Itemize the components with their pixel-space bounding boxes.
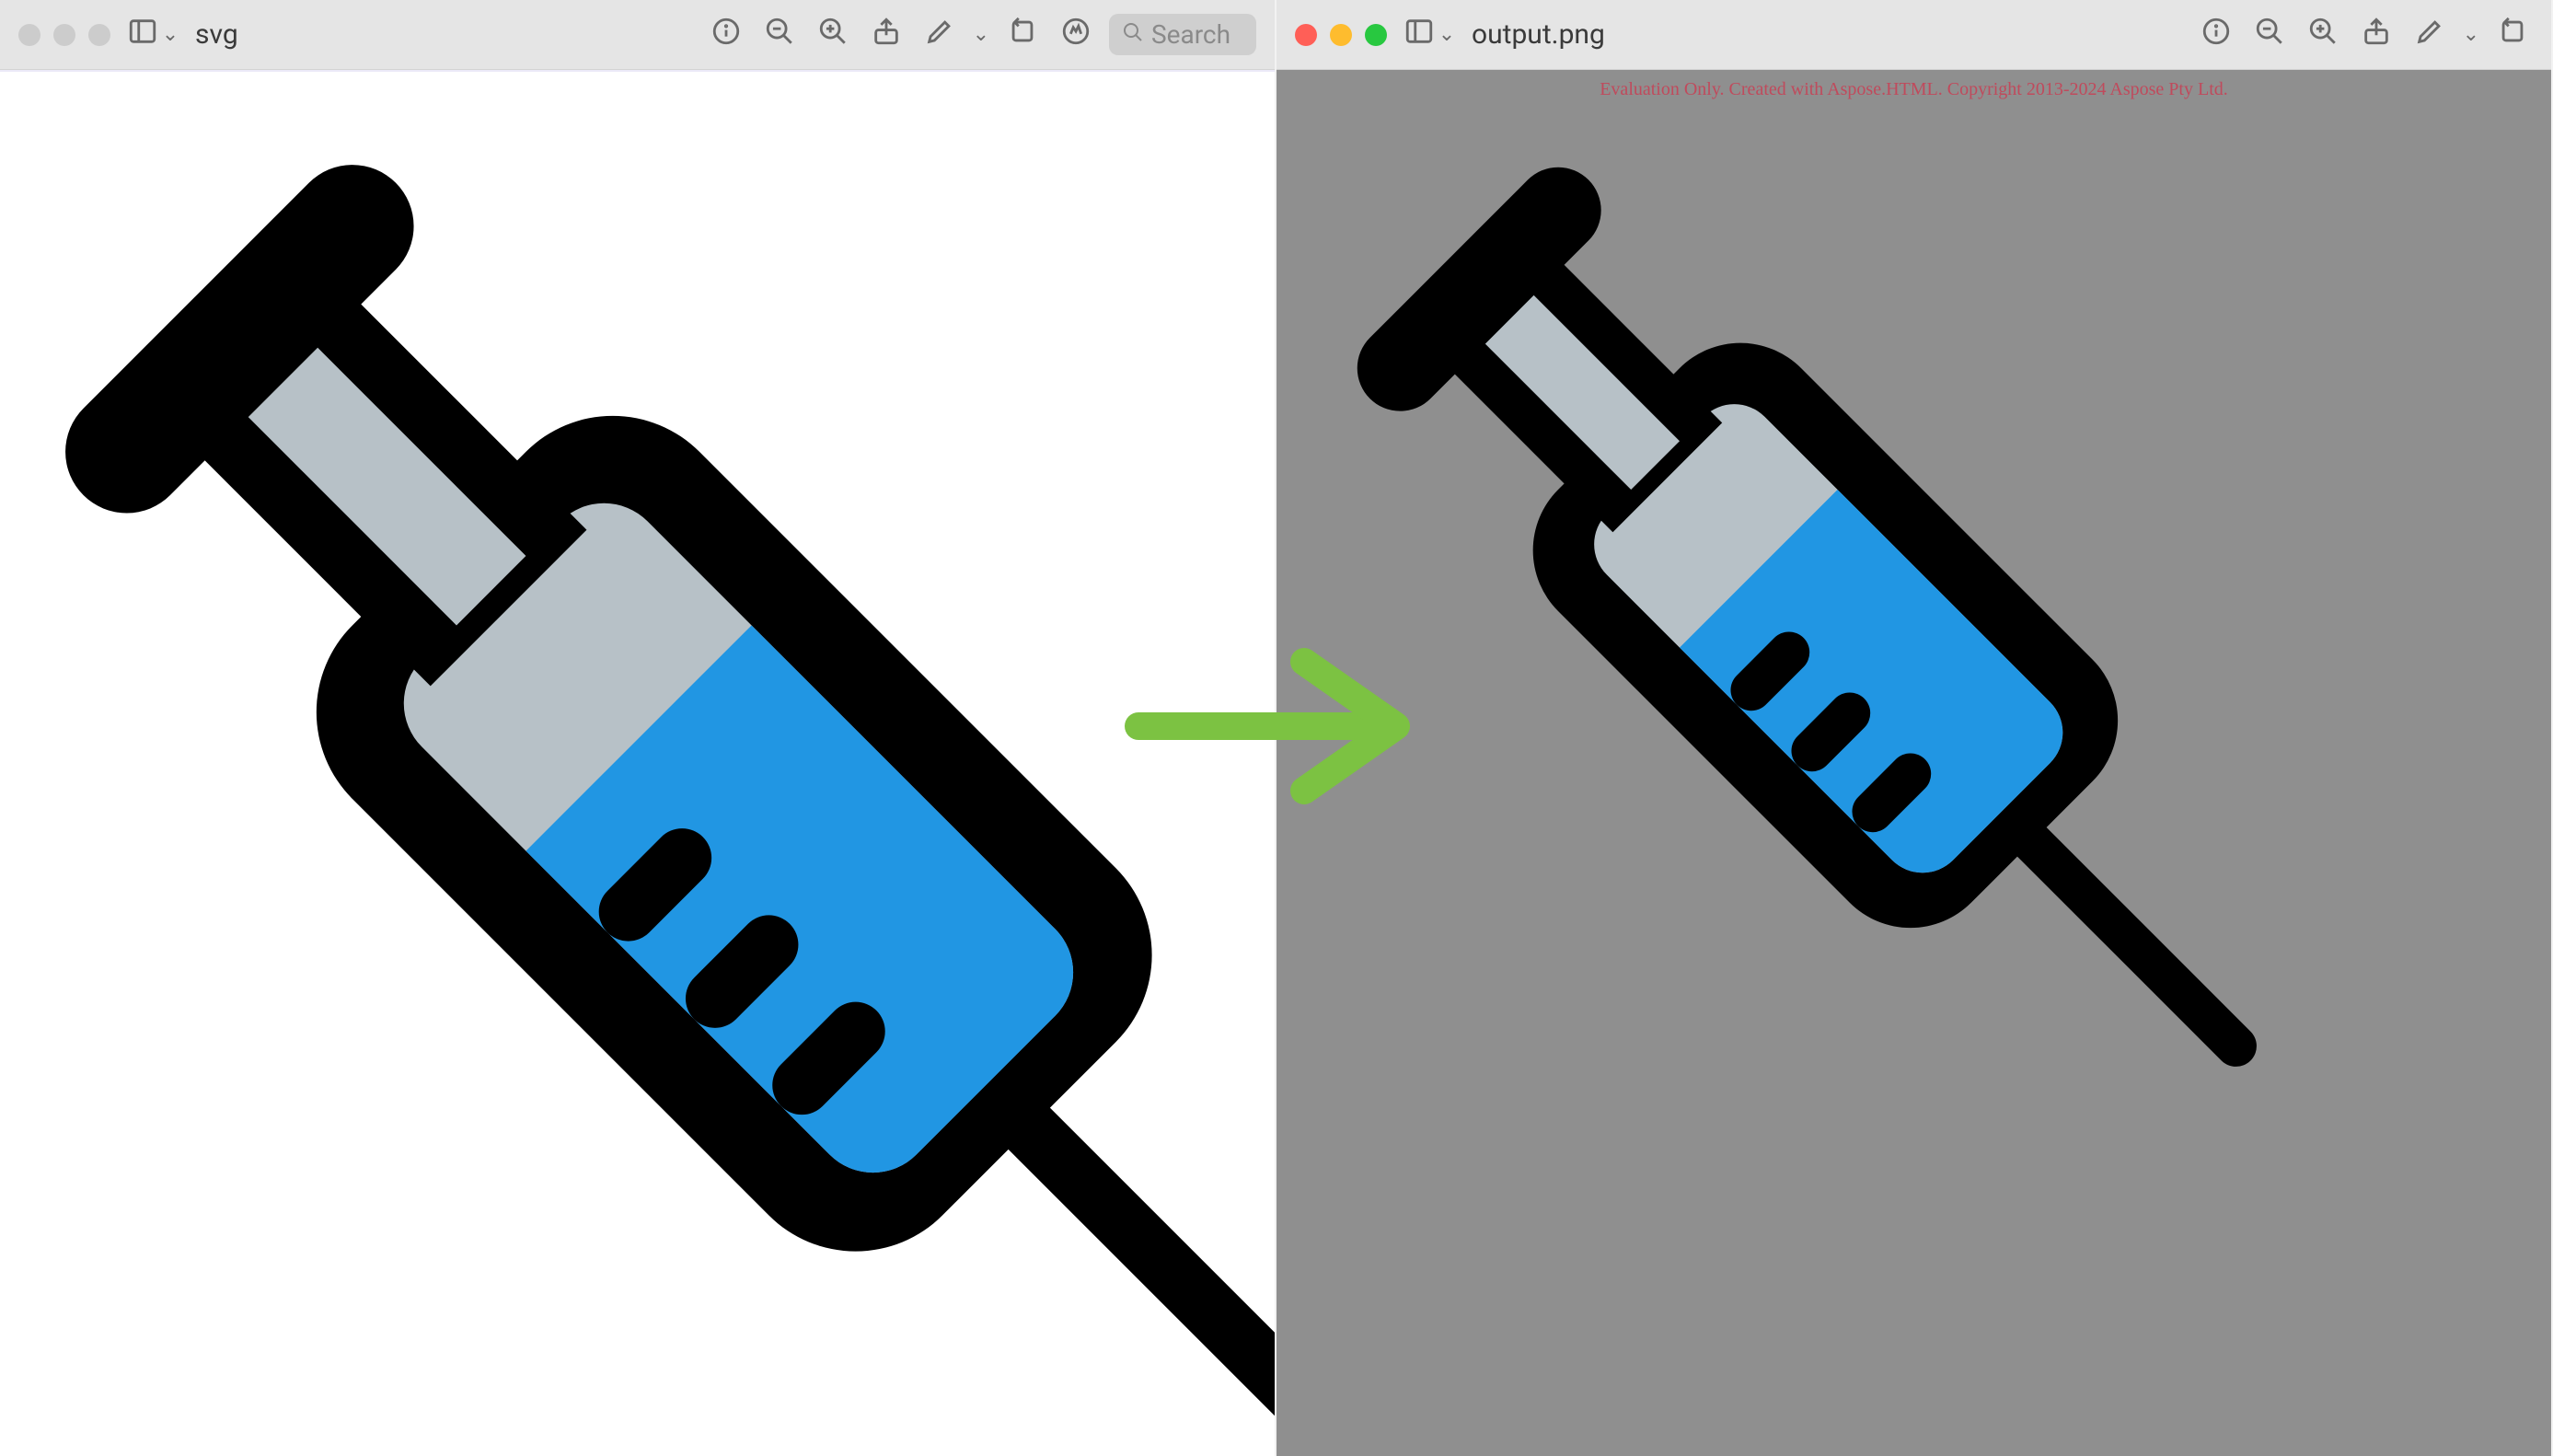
window-title: svg bbox=[195, 18, 238, 51]
edit-icon bbox=[2414, 16, 2445, 54]
edit-button[interactable] bbox=[919, 15, 960, 55]
sidebar-toggle-button[interactable]: ⌄ bbox=[133, 15, 173, 55]
edit-icon bbox=[924, 16, 955, 54]
rotate-icon bbox=[1007, 16, 1038, 54]
chevron-down-icon: ⌄ bbox=[162, 23, 179, 46]
sidebar-icon bbox=[1404, 16, 1435, 54]
zoom-out-icon bbox=[2254, 16, 2285, 54]
zoom-out-icon bbox=[764, 16, 795, 54]
share-icon bbox=[2361, 16, 2392, 54]
info-icon bbox=[2201, 16, 2232, 54]
left-toolbar: ⌄ svg ⌄ bbox=[0, 0, 1275, 70]
search-icon bbox=[1122, 19, 1144, 50]
rotate-button[interactable] bbox=[1002, 15, 1043, 55]
share-icon bbox=[871, 16, 902, 54]
zoom-out-button[interactable] bbox=[759, 15, 800, 55]
zoom-in-icon bbox=[2307, 16, 2339, 54]
search-field[interactable]: Search bbox=[1109, 14, 1256, 55]
rotate-button[interactable] bbox=[2492, 15, 2533, 55]
sidebar-toggle-button[interactable]: ⌄ bbox=[1409, 15, 1450, 55]
info-icon bbox=[710, 16, 742, 54]
zoom-dot[interactable] bbox=[1365, 24, 1387, 46]
markup-icon bbox=[1060, 16, 1092, 54]
left-canvas[interactable] bbox=[0, 70, 1275, 1456]
close-dot[interactable] bbox=[18, 24, 40, 46]
edit-button[interactable] bbox=[2409, 15, 2450, 55]
chevron-down-icon[interactable]: ⌄ bbox=[973, 23, 989, 46]
chevron-down-icon: ⌄ bbox=[1438, 23, 1455, 46]
window-controls bbox=[18, 24, 110, 46]
left-window: ⌄ svg ⌄ bbox=[0, 0, 1276, 1456]
right-window: ⌄ output.png ⌄ Evalu bbox=[1276, 0, 2553, 1456]
close-dot[interactable] bbox=[1295, 24, 1317, 46]
zoom-in-button[interactable] bbox=[813, 15, 853, 55]
app-root: ⌄ svg ⌄ bbox=[0, 0, 2553, 1456]
info-button[interactable] bbox=[706, 15, 746, 55]
window-title: output.png bbox=[1472, 18, 1605, 51]
syringe-image-right bbox=[1286, 96, 2316, 1130]
minimize-dot[interactable] bbox=[53, 24, 75, 46]
window-controls bbox=[1295, 24, 1387, 46]
search-placeholder: Search bbox=[1151, 19, 1230, 50]
zoom-in-button[interactable] bbox=[2303, 15, 2343, 55]
info-button[interactable] bbox=[2196, 15, 2236, 55]
zoom-dot[interactable] bbox=[88, 24, 110, 46]
zoom-out-button[interactable] bbox=[2249, 15, 2290, 55]
share-button[interactable] bbox=[2356, 15, 2397, 55]
markup-button[interactable] bbox=[1056, 15, 1096, 55]
share-button[interactable] bbox=[866, 15, 907, 55]
chevron-down-icon[interactable]: ⌄ bbox=[2463, 23, 2479, 46]
syringe-image-left bbox=[0, 70, 1275, 1456]
right-canvas[interactable]: Evaluation Only. Created with Aspose.HTM… bbox=[1276, 70, 2551, 1456]
minimize-dot[interactable] bbox=[1330, 24, 1352, 46]
sidebar-icon bbox=[127, 16, 158, 54]
right-toolbar: ⌄ output.png ⌄ bbox=[1276, 0, 2551, 70]
rotate-icon bbox=[2497, 16, 2528, 54]
zoom-in-icon bbox=[817, 16, 849, 54]
